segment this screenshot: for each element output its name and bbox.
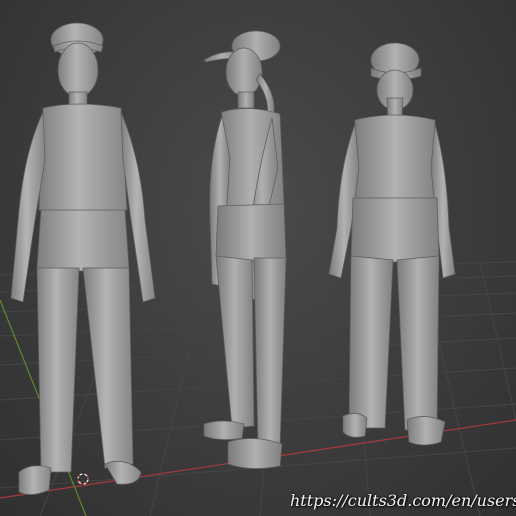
figure-side-view[interactable]: [200, 28, 310, 476]
watermark-url: https://cults3d.com/en/users/Her: [290, 491, 516, 510]
3d-viewport[interactable]: https://cults3d.com/en/users/Her: [0, 0, 516, 516]
figure-front-view[interactable]: [5, 10, 165, 500]
3d-cursor-icon[interactable]: [76, 472, 90, 486]
figure-back-view[interactable]: [325, 38, 460, 450]
